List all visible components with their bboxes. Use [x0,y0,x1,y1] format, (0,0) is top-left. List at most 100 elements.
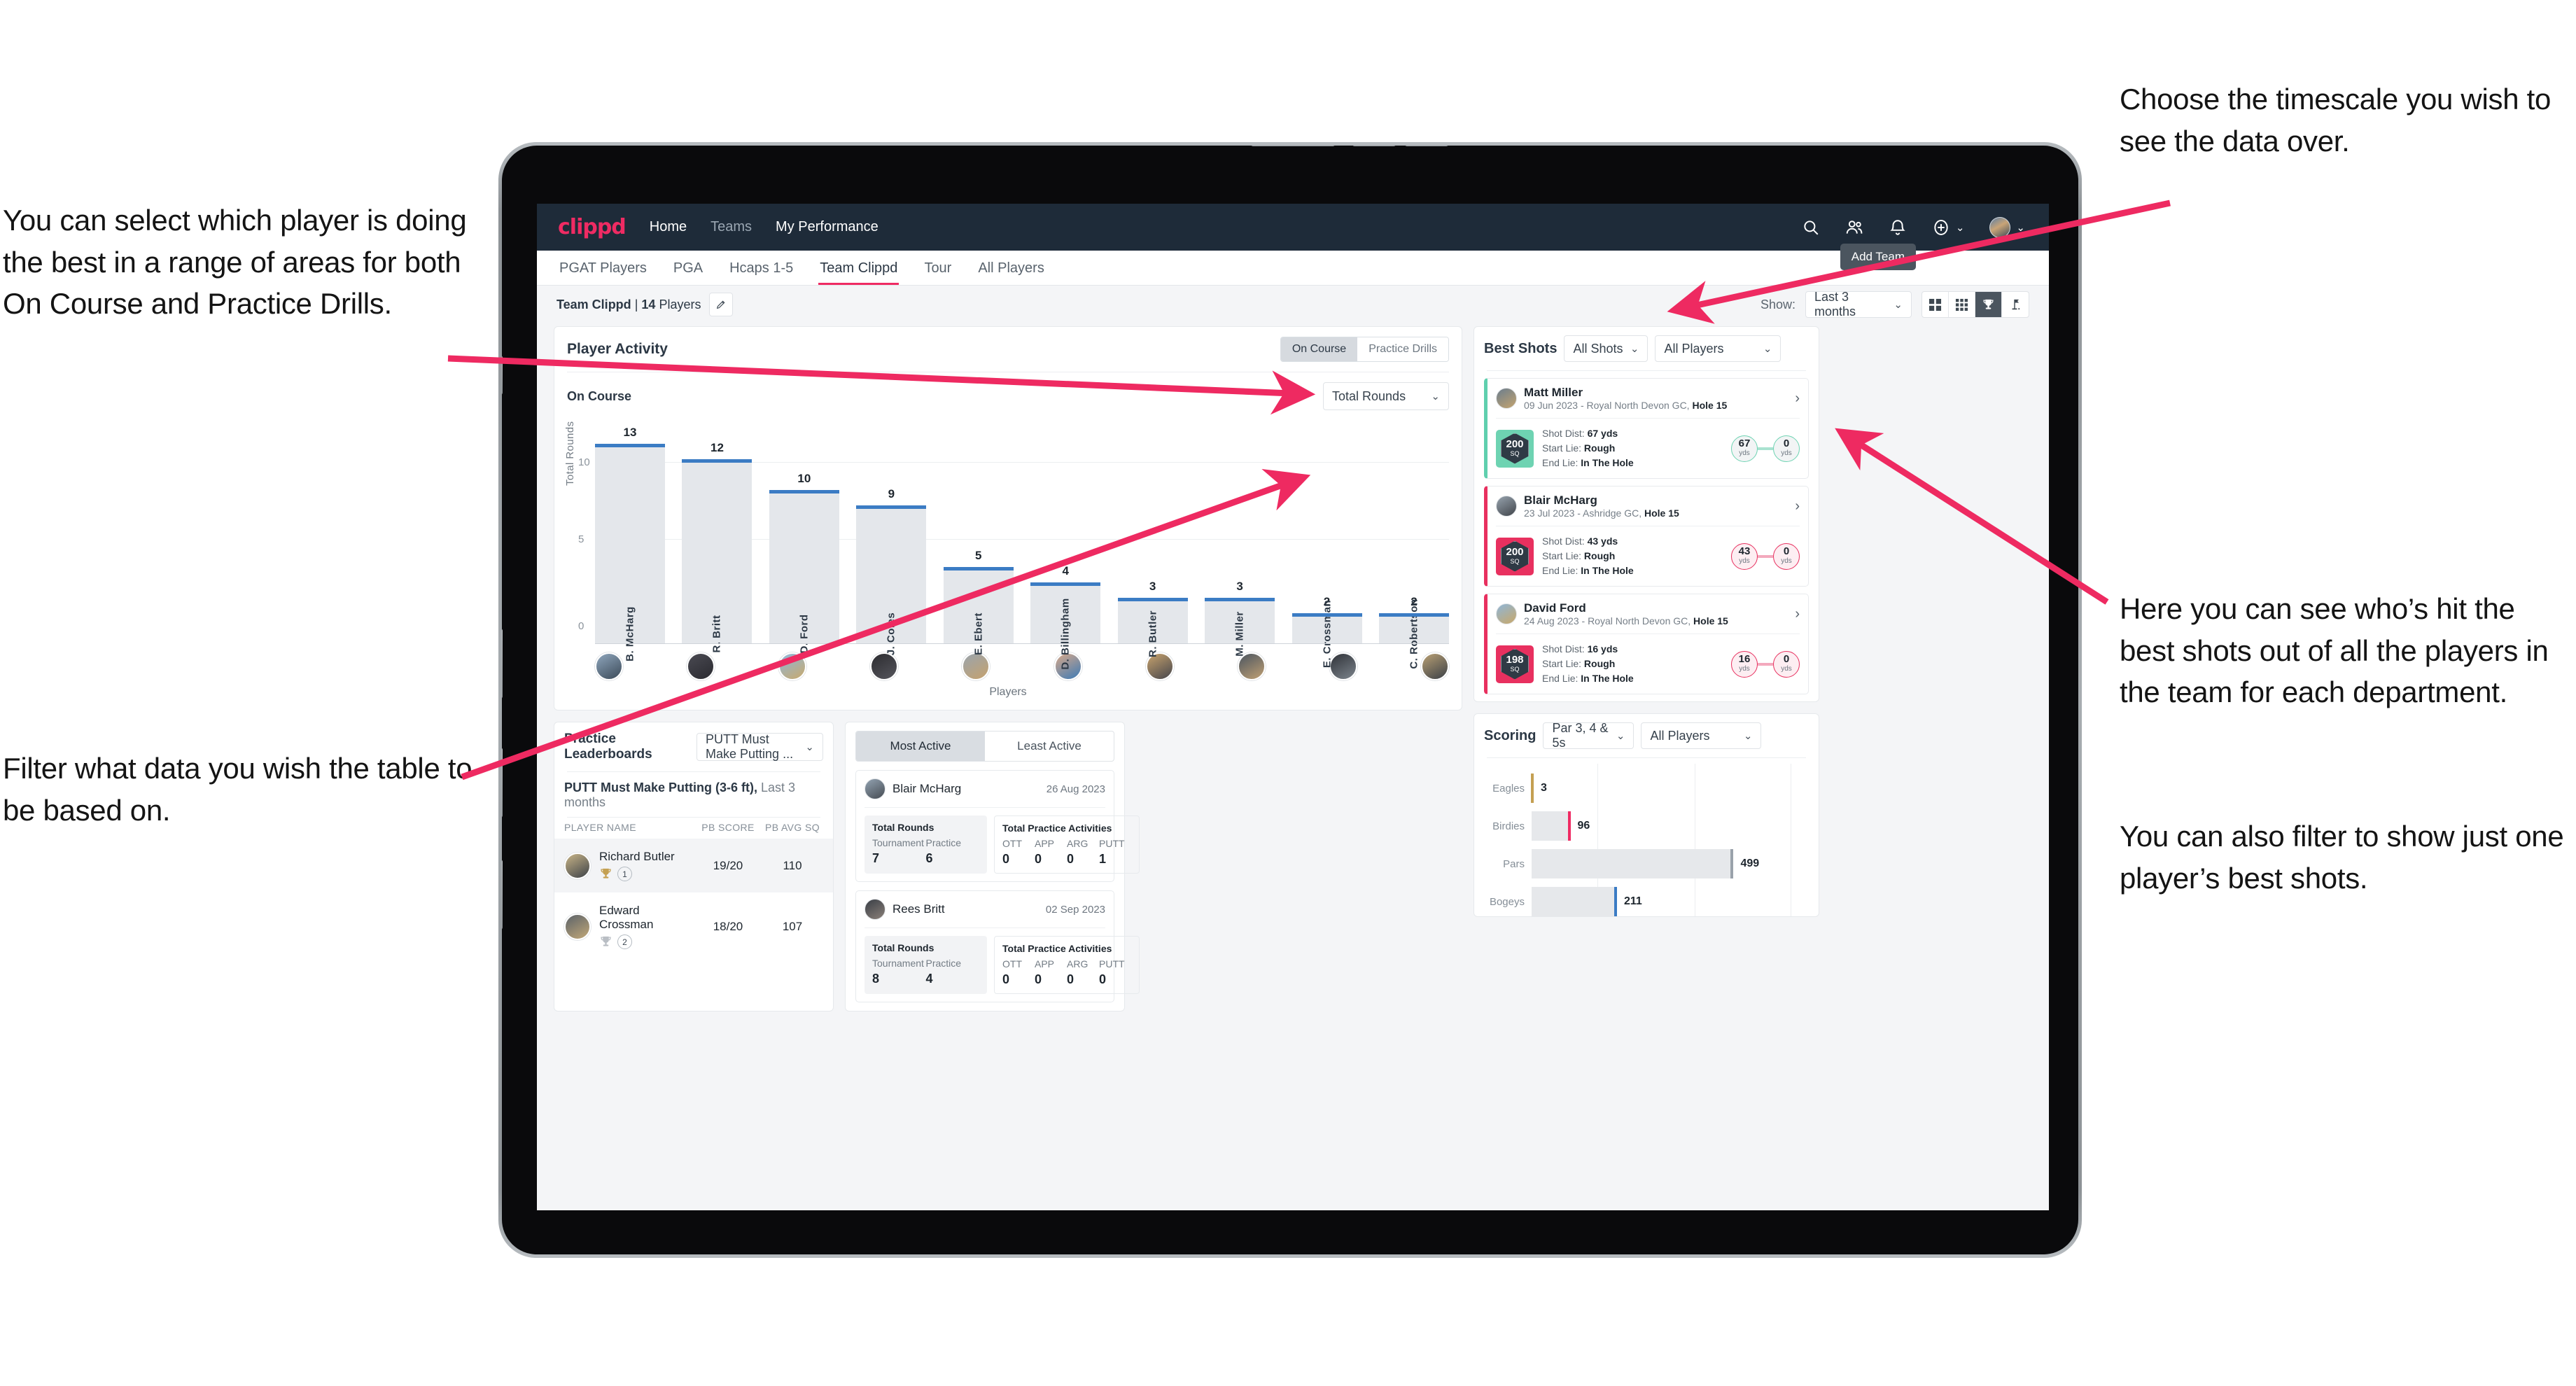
bar[interactable]: E. Ebert [943,567,1014,655]
player-avatar[interactable] [870,652,899,680]
best-shot-card[interactable]: Blair McHarg 23 Jul 2023 - Ashridge GC, H… [1484,486,1809,587]
bar[interactable]: E. Crossman [1292,600,1362,668]
grid-large-icon-button[interactable] [1922,292,1949,317]
best-shots-player-select[interactable]: All Players ⌄ [1655,335,1782,362]
scoring-row[interactable]: Eagles 3 [1484,769,1809,807]
metric-select[interactable]: Total Rounds ⌄ [1323,382,1449,410]
search-icon[interactable] [1802,218,1820,237]
tab-pga[interactable]: PGA [672,251,704,285]
best-shot-card[interactable]: Matt Miller 09 Jun 2023 - Royal North Dev… [1484,378,1809,479]
shot-details: Shot Dist: 67 yds Start Lie: Rough End Lie… [1542,426,1634,470]
shot-meta-hole: Hole 15 [1644,507,1679,519]
timescale-select[interactable]: Last 3 months ⌄ [1805,290,1912,318]
practice-stat-key: APP [1035,838,1055,849]
nav-link-teams[interactable]: Teams [710,219,752,235]
scoring-bar [1532,811,1571,841]
bar-group[interactable]: 9 J. Coles [856,428,927,655]
bar-group[interactable]: 12 R. Britt [682,428,752,653]
tab-least-active[interactable]: Least Active [985,732,1114,761]
bar[interactable]: D. Ford [769,490,839,654]
shot-link [1758,662,1773,666]
bar-group[interactable]: 10 D. Ford [769,428,839,654]
bar[interactable]: R. Britt [682,459,752,653]
grid-small-icon-button[interactable] [1949,292,1975,317]
bar[interactable]: M. Miller [1205,598,1275,657]
player-avatar[interactable] [687,652,715,680]
chevron-down-icon: ⌄ [1743,730,1753,742]
timescale-value: Last 3 months [1814,290,1856,318]
bar[interactable]: B. McHarg [595,444,666,662]
bar-value: 5 [975,549,982,562]
bar[interactable]: C. Robertson [1378,598,1449,669]
table-row[interactable]: Richard Butler 1 19/20 110 [554,839,833,892]
bar-group[interactable]: 3 M. Miller [1205,428,1275,657]
tab-pgat-players[interactable]: PGAT Players [558,251,648,285]
annotation-right-bottom: You can also filter to show just one pla… [2120,820,2564,895]
practice-leaderboards-title: Practice Leaderboards [564,732,652,762]
tab-most-active[interactable]: Most Active [856,732,985,761]
plus-menu[interactable]: ⌄ [1932,218,1965,237]
clippd-logo[interactable]: clippd [558,215,626,239]
bell-icon[interactable] [1889,218,1907,237]
scoring-row[interactable]: Birdies 96 [1484,807,1809,845]
drill-select[interactable]: PUTT Must Make Putting ... ⌄ [696,732,823,761]
activity-player-card[interactable]: Blair McHarg 26 Aug 2023 Total Rounds Tourn… [855,770,1140,882]
best-shot-card[interactable]: David Ford 24 Aug 2023 - Royal North Devo… [1484,594,1809,694]
end-lie-label: End Lie: [1542,565,1578,576]
sq-unit: SQ [1510,665,1520,673]
practice-stat: PUTT 0 [1099,958,1131,987]
bar-group[interactable]: 2 C. Robertson [1378,428,1449,669]
player-avatar[interactable] [962,652,990,680]
bar-group[interactable]: 4 D. Billingham [1030,428,1101,670]
par-value: Par 3, 4 & 5s [1552,721,1609,750]
toggle-on-course[interactable]: On Course [1280,337,1358,361]
nav-link-my-performance[interactable]: My Performance [776,219,878,235]
bar[interactable]: J. Coles [856,505,927,655]
bar-category-label: R. Butler [1147,610,1159,658]
player-avatar[interactable] [1237,652,1266,680]
from-unit: yds [1739,449,1750,457]
par-select[interactable]: Par 3, 4 & 5s ⌄ [1543,721,1634,750]
shot-start-node: 16 yds [1731,650,1758,678]
player-avatar[interactable] [1329,652,1357,680]
player-avatar[interactable] [1420,652,1449,680]
chevron-right-icon[interactable]: › [1795,498,1800,514]
bar[interactable]: D. Billingham [1030,582,1101,670]
plus-circle-icon[interactable] [1932,218,1950,237]
trophy-icon-button[interactable] [1975,292,2002,317]
flag-icon-button[interactable] [2002,292,2029,317]
player-avatar[interactable] [778,652,807,680]
tab-tour[interactable]: Tour [923,251,953,285]
shot-type-select[interactable]: All Shots ⌄ [1564,335,1648,362]
nav-link-home[interactable]: Home [650,219,687,235]
profile-menu[interactable]: ⌄ [1989,216,2025,238]
scoring-player-select[interactable]: All Players ⌄ [1641,722,1762,749]
toggle-practice-drills[interactable]: Practice Drills [1357,337,1448,361]
tab-all-players[interactable]: All Players [976,251,1045,285]
y-axis-label: Total Rounds [564,421,576,486]
table-row[interactable]: Edward Crossman 2 18/20 107 [554,892,833,960]
trophy-icon [601,936,611,946]
edit-team-button[interactable] [709,293,734,316]
avatar[interactable] [1989,216,2011,238]
sq-value: 200 [1506,438,1524,450]
practice-stat-key: PUTT [1099,958,1125,969]
bar-group[interactable]: 5 E. Ebert [943,428,1014,655]
scoring-row[interactable]: Bogeys 211 [1484,883,1809,916]
player-avatar[interactable] [595,652,623,680]
bar-group[interactable]: 3 R. Butler [1117,428,1188,657]
people-icon[interactable] [1845,218,1863,237]
bar[interactable]: R. Butler [1117,598,1188,657]
end-lie-value: In The Hole [1581,565,1634,576]
chevron-right-icon[interactable]: › [1795,606,1800,622]
scoring-bar [1532,849,1734,878]
activity-player-card[interactable]: Rees Britt 02 Sep 2023 Total Rounds Tournam… [855,890,1140,1002]
tab-team-clippd[interactable]: Team Clippd [818,251,899,285]
chevron-down-icon: ⌄ [1955,221,1965,234]
chevron-right-icon[interactable]: › [1795,391,1800,407]
bar-group[interactable]: 13 B. McHarg [595,426,666,662]
scoring-row[interactable]: Pars 499 [1484,845,1809,883]
scoring-bar-cap [1730,849,1734,878]
bar-group[interactable]: 2 E. Crossman [1292,428,1362,668]
tab-hcaps-1-5[interactable]: Hcaps 1-5 [728,251,794,285]
